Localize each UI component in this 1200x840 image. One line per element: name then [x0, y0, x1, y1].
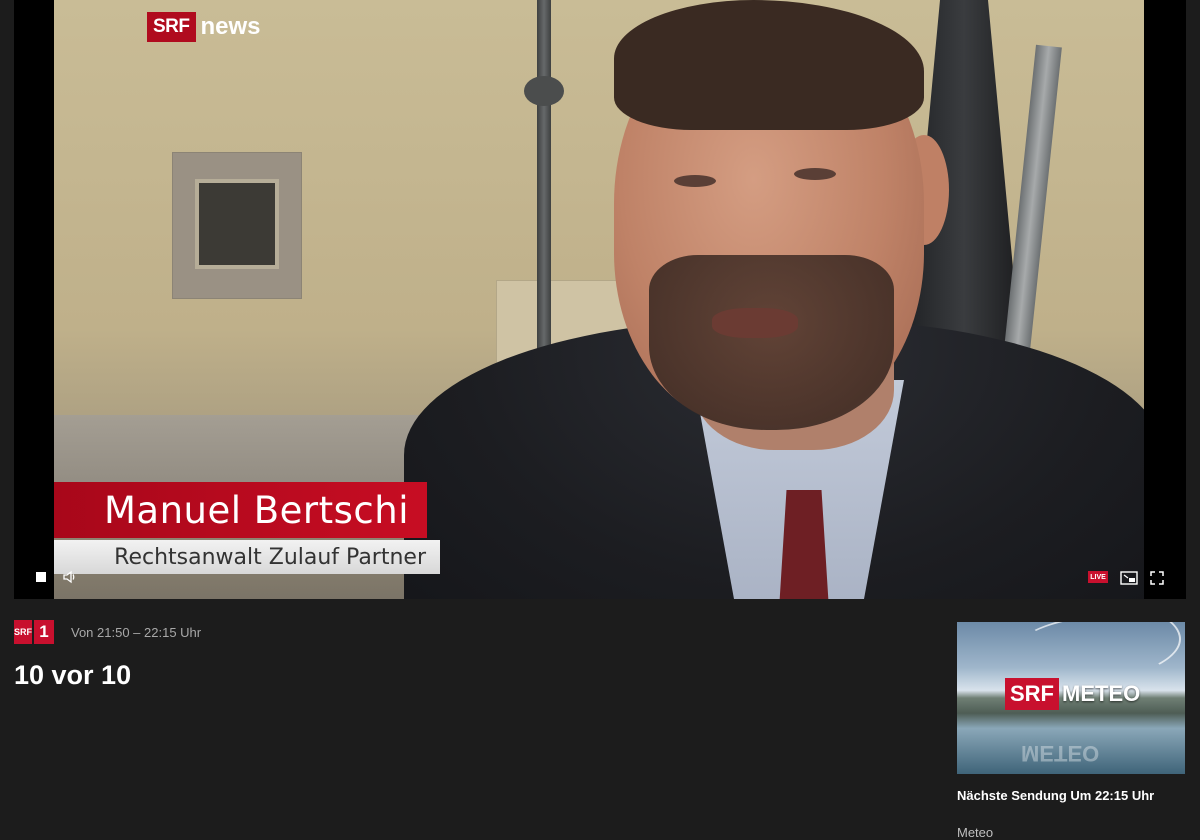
channel-logo-srf-news: SRF news — [147, 10, 261, 44]
lower-third-name: Manuel Bertschi — [54, 482, 427, 538]
stop-button[interactable] — [34, 570, 48, 584]
srf1-logo-srf: SRF — [14, 620, 32, 644]
logo-word: news — [200, 13, 261, 40]
scene-window — [172, 152, 302, 299]
person-mouth — [712, 308, 798, 338]
show-title: 10 vor 10 — [14, 660, 132, 690]
person-tie — [779, 490, 829, 599]
lower-third-role: Rechtsanwalt Zulauf Partner — [54, 540, 440, 574]
meteo-logo-word: METEO — [1062, 681, 1141, 706]
picture-in-picture-button[interactable] — [1120, 570, 1138, 586]
scene-pole-knob — [524, 76, 564, 106]
fullscreen-icon — [1150, 571, 1164, 585]
next-show-title[interactable]: Meteo — [957, 825, 1185, 840]
next-show-thumbnail[interactable]: SRF METEO METEO — [957, 622, 1185, 774]
logo-box: SRF — [147, 12, 196, 42]
broadcast-time-range: Von 21:50 – 22:15 Uhr — [71, 624, 202, 640]
next-show-card[interactable]: SRF METEO METEO Nächste Sendung Um 22:15… — [957, 622, 1185, 840]
meteo-logo-box: SRF — [1005, 678, 1059, 710]
srf1-logo-number: 1 — [34, 620, 54, 644]
srf1-logo: SRF 1 — [14, 620, 54, 644]
meteo-logo: SRF METEO — [1005, 678, 1140, 710]
person-hair — [614, 0, 924, 130]
channel-row: SRF 1 Von 21:50 – 22:15 Uhr — [14, 620, 914, 644]
volume-button[interactable] — [61, 568, 79, 586]
person-beard — [649, 255, 894, 430]
person-eye-right — [794, 168, 836, 180]
meteo-logo-reflection: METEO — [1021, 741, 1100, 766]
person-eye-left — [674, 175, 716, 187]
video-player[interactable]: SRF news Manuel Bertschi Rechtsanwalt Zu… — [14, 0, 1186, 599]
live-badge: LIVE — [1088, 571, 1108, 583]
speaker-icon — [63, 570, 75, 584]
fullscreen-button[interactable] — [1149, 570, 1165, 586]
picture-in-picture-icon — [1120, 571, 1138, 585]
program-info: SRF 1 Von 21:50 – 22:15 Uhr 10 vor 10 — [14, 620, 914, 691]
stop-icon — [36, 572, 46, 582]
lower-third-name-text: Manuel Bertschi — [103, 488, 409, 532]
next-show-label: Nächste Sendung Um 22:15 Uhr — [957, 788, 1155, 803]
lower-third-role-text: Rechtsanwalt Zulauf Partner — [114, 544, 426, 570]
